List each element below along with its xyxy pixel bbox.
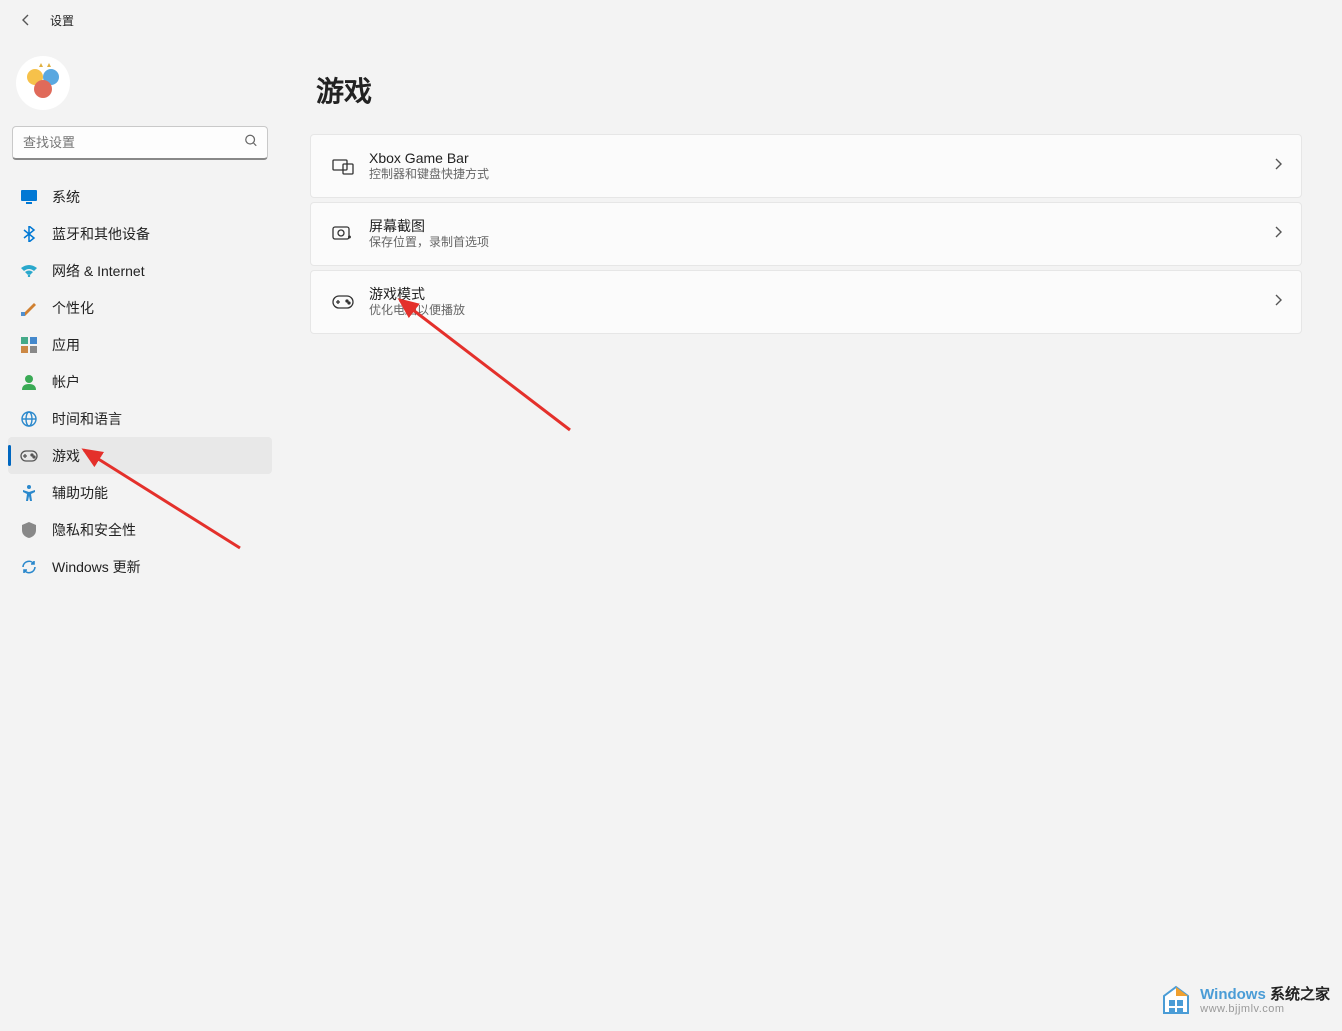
shield-icon [20,521,38,539]
sync-icon [20,558,38,576]
sidebar-item-personalization[interactable]: 个性化 [8,289,272,326]
page-title: 游戏 [316,70,1302,110]
gamepad-icon [20,447,38,465]
sidebar-item-gaming[interactable]: 游戏 [8,437,272,474]
watermark: Windows 系统之家 www.bjjmlv.com [1158,983,1330,1019]
globe-icon [20,410,38,428]
monitor-icon [20,188,38,206]
sidebar-item-label: 系统 [52,187,80,207]
sidebar-item-bluetooth[interactable]: 蓝牙和其他设备 [8,215,272,252]
app-title: 设置 [50,12,74,29]
sidebar-item-network[interactable]: 网络 & Internet [8,252,272,289]
game-mode-icon [329,295,357,309]
user-avatar-block[interactable] [8,50,272,124]
chevron-right-icon [1273,293,1283,312]
capture-icon [329,225,357,243]
sidebar-item-label: 游戏 [52,446,80,466]
watermark-url: www.bjjmlv.com [1200,1003,1330,1015]
sidebar-item-system[interactable]: 系统 [8,178,272,215]
sidebar: 系统 蓝牙和其他设备 网络 & Internet 个性化 [0,40,280,1031]
sidebar-item-label: 隐私和安全性 [52,520,136,540]
watermark-brand: Windows 系统之家 [1200,987,1330,1004]
search-icon [244,134,258,153]
wifi-icon [20,262,38,280]
arrow-left-icon [18,12,34,28]
sidebar-item-label: 辅助功能 [52,483,108,503]
sidebar-item-privacy[interactable]: 隐私和安全性 [8,511,272,548]
search-input[interactable] [12,126,268,160]
main-content: 游戏 Xbox Game Bar 控制器和键盘快捷方式 屏幕截图 保存位置，录制… [280,40,1342,1031]
sidebar-item-apps[interactable]: 应用 [8,326,272,363]
sidebar-item-label: 应用 [52,335,80,355]
card-subtitle: 优化电脑以便播放 [369,303,1273,319]
paintbrush-icon [20,299,38,317]
avatar-image-icon [19,59,67,107]
sidebar-item-time-language[interactable]: 时间和语言 [8,400,272,437]
apps-grid-icon [20,336,38,354]
watermark-logo-icon [1158,983,1194,1019]
accessibility-icon [20,484,38,502]
title-bar: 设置 [0,0,1342,40]
bluetooth-icon [20,225,38,243]
sidebar-item-label: 个性化 [52,298,94,318]
card-captures[interactable]: 屏幕截图 保存位置，录制首选项 [310,202,1302,266]
nav-list: 系统 蓝牙和其他设备 网络 & Internet 个性化 [8,178,272,585]
chevron-right-icon [1273,157,1283,176]
sidebar-item-accessibility[interactable]: 辅助功能 [8,474,272,511]
sidebar-item-label: 网络 & Internet [52,261,145,281]
xbox-bar-icon [329,157,357,175]
sidebar-item-accounts[interactable]: 帐户 [8,363,272,400]
card-game-mode[interactable]: 游戏模式 优化电脑以便播放 [310,270,1302,334]
card-title: 屏幕截图 [369,217,1273,235]
sidebar-item-label: 时间和语言 [52,409,122,429]
sidebar-item-label: 帐户 [52,372,80,392]
sidebar-item-label: Windows 更新 [52,557,141,577]
back-button[interactable] [14,8,38,32]
person-icon [20,373,38,391]
card-title: 游戏模式 [369,285,1273,303]
user-avatar [16,56,70,110]
card-title: Xbox Game Bar [369,149,1273,167]
card-subtitle: 保存位置，录制首选项 [369,235,1273,251]
card-subtitle: 控制器和键盘快捷方式 [369,167,1273,183]
sidebar-item-windows-update[interactable]: Windows 更新 [8,548,272,585]
sidebar-item-label: 蓝牙和其他设备 [52,224,150,244]
card-xbox-game-bar[interactable]: Xbox Game Bar 控制器和键盘快捷方式 [310,134,1302,198]
chevron-right-icon [1273,225,1283,244]
search-box[interactable] [12,126,268,160]
